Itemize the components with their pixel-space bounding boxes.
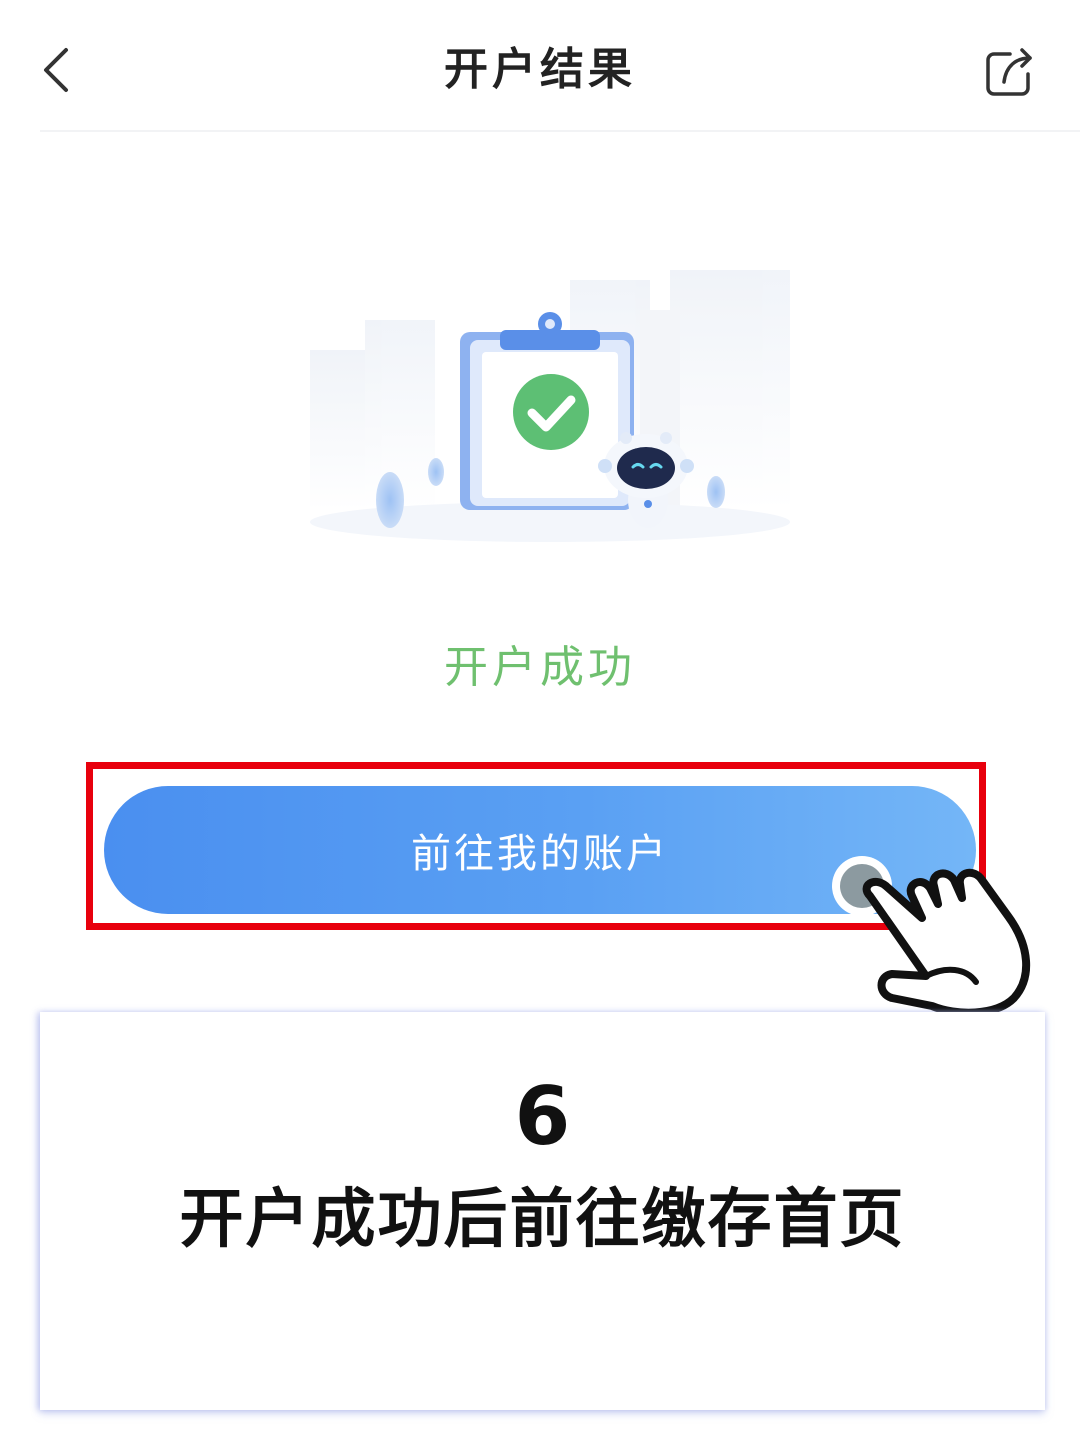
success-message: 开户成功 xyxy=(444,642,636,693)
step-instruction: 开户成功后前往缴存首页 xyxy=(179,1183,906,1257)
decor-pill xyxy=(707,476,725,508)
header-divider xyxy=(40,130,1080,132)
decor-pill xyxy=(376,472,404,528)
share-button[interactable] xyxy=(978,40,1042,104)
go-to-my-account-label: 前往我的账户 xyxy=(411,831,669,877)
step-number: 6 xyxy=(514,1070,571,1163)
decor-pill xyxy=(428,458,444,486)
instruction-caption-card: 6 开户成功后前往缴存首页 xyxy=(40,1012,1045,1410)
check-circle-icon xyxy=(513,374,589,450)
share-icon xyxy=(986,48,1032,96)
success-illustration xyxy=(310,270,790,542)
page-title: 开户结果 xyxy=(444,44,636,95)
tap-hand-icon xyxy=(832,856,1030,1016)
top-navigation-bar: 开户结果 xyxy=(0,0,1080,130)
